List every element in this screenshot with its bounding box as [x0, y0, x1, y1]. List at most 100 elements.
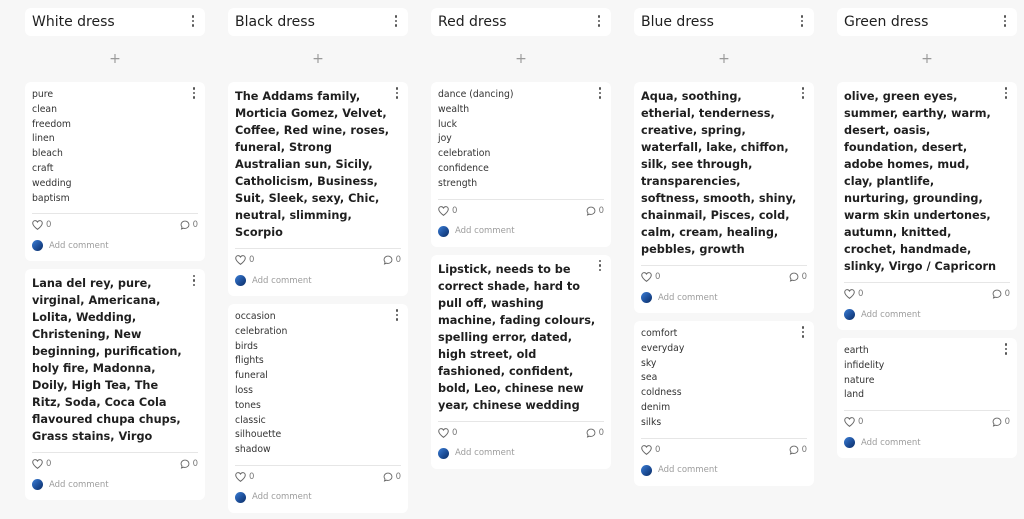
- more-vertical-icon[interactable]: [795, 13, 809, 29]
- card[interactable]: occasion celebration birds flights funer…: [228, 304, 408, 513]
- add-comment-input[interactable]: Add comment: [861, 310, 921, 320]
- add-card-button[interactable]: +: [228, 44, 408, 74]
- column-title[interactable]: Black dress: [235, 14, 315, 30]
- more-vertical-icon[interactable]: [390, 307, 404, 323]
- heart-icon: [844, 289, 855, 299]
- like-button[interactable]: 0: [438, 428, 457, 438]
- more-vertical-icon[interactable]: [593, 85, 607, 101]
- card[interactable]: dance (dancing) wealth luck joy celebrat…: [431, 82, 611, 247]
- plus-icon: +: [515, 51, 527, 67]
- add-comment-input[interactable]: Add comment: [252, 492, 312, 502]
- more-vertical-icon[interactable]: [998, 13, 1012, 29]
- card[interactable]: The Addams family, Morticia Gomez, Velve…: [228, 82, 408, 296]
- like-count: 0: [249, 471, 255, 482]
- like-button[interactable]: 0: [641, 272, 660, 282]
- column-black-dress: Black dress + The Addams family, Mortici…: [228, 8, 408, 519]
- like-button[interactable]: 0: [844, 417, 863, 427]
- card[interactable]: comfort everyday sky sea coldness denim …: [634, 321, 814, 486]
- card-footer: 0 0: [641, 437, 807, 460]
- comment-count-button[interactable]: 0: [383, 472, 401, 482]
- column-title[interactable]: Green dress: [844, 14, 928, 30]
- comment-count-button[interactable]: 0: [789, 445, 807, 455]
- card[interactable]: Lana del rey, pure, virginal, Americana,…: [25, 269, 205, 501]
- like-button[interactable]: 0: [844, 289, 863, 299]
- comment-count-button[interactable]: 0: [992, 417, 1010, 427]
- more-vertical-icon[interactable]: [389, 13, 403, 29]
- comment-count-button[interactable]: 0: [586, 428, 604, 438]
- comment-count: 0: [395, 471, 401, 482]
- card-text: pure clean freedom linen bleach craft we…: [32, 89, 72, 204]
- comment-count-button[interactable]: 0: [180, 459, 198, 469]
- comment-row: Add comment: [641, 460, 807, 481]
- comment-count-button[interactable]: 0: [789, 272, 807, 282]
- more-vertical-icon[interactable]: [796, 85, 810, 101]
- add-comment-input[interactable]: Add comment: [252, 276, 312, 286]
- user-avatar: [844, 309, 855, 320]
- add-card-button[interactable]: +: [431, 44, 611, 74]
- board: White dress + pure clean freedom linen b…: [0, 0, 1024, 519]
- add-comment-input[interactable]: Add comment: [861, 438, 921, 448]
- column-title[interactable]: White dress: [32, 14, 115, 30]
- like-count: 0: [858, 289, 864, 299]
- column-title[interactable]: Red dress: [438, 14, 507, 30]
- comment-row: Add comment: [32, 235, 198, 256]
- like-button[interactable]: 0: [438, 206, 457, 216]
- card-footer: 0 0: [641, 265, 807, 287]
- card-footer: 0 0: [844, 410, 1010, 432]
- heart-icon: [438, 205, 449, 216]
- add-comment-input[interactable]: Add comment: [658, 465, 718, 475]
- column-title[interactable]: Blue dress: [641, 14, 714, 30]
- comment-count: 0: [192, 459, 198, 470]
- heart-icon: [844, 417, 855, 428]
- like-button[interactable]: 0: [32, 220, 51, 230]
- add-card-button[interactable]: +: [837, 44, 1017, 74]
- like-button[interactable]: 0: [235, 255, 254, 265]
- add-comment-input[interactable]: Add comment: [455, 448, 515, 458]
- like-count: 0: [249, 255, 255, 265]
- like-button[interactable]: 0: [235, 472, 254, 482]
- speech-bubble-icon: [180, 220, 189, 231]
- card[interactable]: earth infidelity nature land 0 0 Add com…: [837, 338, 1017, 459]
- more-vertical-icon[interactable]: [187, 85, 201, 101]
- user-avatar: [32, 240, 43, 252]
- heart-icon: [235, 472, 246, 482]
- more-vertical-icon[interactable]: [999, 341, 1013, 357]
- like-button[interactable]: 0: [641, 445, 660, 455]
- speech-bubble-icon: [180, 459, 189, 470]
- card[interactable]: Lipstick, needs to be correct shade, har…: [431, 254, 611, 469]
- more-vertical-icon[interactable]: [390, 85, 404, 101]
- comment-count-button[interactable]: 0: [180, 220, 198, 230]
- column-blue-dress: Blue dress + Aqua, soothing, etherial, t…: [634, 8, 814, 494]
- more-vertical-icon[interactable]: [796, 324, 810, 340]
- card[interactable]: olive, green eyes, summer, earthy, warm,…: [837, 82, 1017, 330]
- more-vertical-icon[interactable]: [593, 258, 607, 274]
- card-footer: 0 0: [438, 198, 604, 221]
- like-count: 0: [452, 205, 458, 216]
- user-avatar: [641, 464, 652, 476]
- card-text: Lana del rey, pure, virginal, Americana,…: [32, 277, 182, 444]
- heart-icon: [32, 220, 43, 231]
- card[interactable]: Aqua, soothing, etherial, tenderness, cr…: [634, 82, 814, 313]
- add-comment-input[interactable]: Add comment: [49, 480, 109, 490]
- add-card-button[interactable]: +: [25, 44, 205, 74]
- like-count: 0: [655, 444, 661, 455]
- card[interactable]: pure clean freedom linen bleach craft we…: [25, 82, 205, 262]
- comment-count-button[interactable]: 0: [383, 255, 401, 265]
- comment-count-button[interactable]: 0: [992, 289, 1010, 299]
- comment-row: Add comment: [235, 270, 401, 291]
- more-vertical-icon[interactable]: [999, 85, 1013, 101]
- column-red-dress: Red dress + dance (dancing) wealth luck …: [431, 8, 611, 477]
- user-avatar: [235, 275, 246, 286]
- like-button[interactable]: 0: [32, 459, 51, 469]
- comment-count-button[interactable]: 0: [586, 206, 604, 216]
- card-text: The Addams family, Morticia Gomez, Velve…: [235, 90, 390, 239]
- comment-count: 0: [1004, 417, 1010, 428]
- more-vertical-icon[interactable]: [186, 13, 200, 29]
- more-vertical-icon[interactable]: [187, 272, 201, 288]
- add-card-button[interactable]: +: [634, 44, 814, 74]
- more-vertical-icon[interactable]: [592, 13, 606, 29]
- add-comment-input[interactable]: Add comment: [658, 293, 718, 303]
- card-text: dance (dancing) wealth luck joy celebrat…: [438, 89, 514, 189]
- add-comment-input[interactable]: Add comment: [49, 241, 109, 251]
- add-comment-input[interactable]: Add comment: [455, 226, 515, 236]
